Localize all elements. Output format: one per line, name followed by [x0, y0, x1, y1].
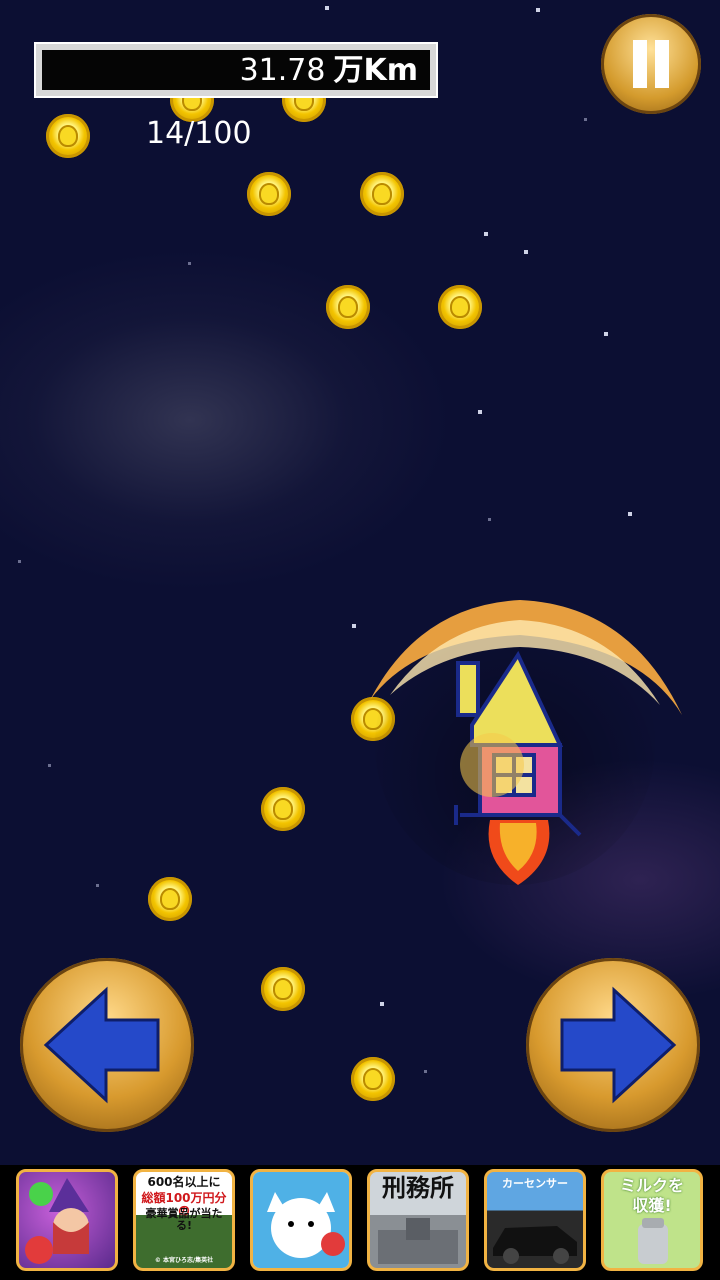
- star: [484, 232, 488, 236]
- star: [48, 764, 51, 767]
- coin: [326, 285, 370, 329]
- star: [536, 8, 540, 12]
- distance-value: 31.78: [239, 53, 326, 88]
- left-arrow-icon: [43, 986, 160, 1104]
- ad-cat-game[interactable]: [250, 1169, 352, 1271]
- ad-prize-footer: © 本宮ひろ志/集英社: [154, 1257, 214, 1264]
- move-right-button[interactable]: [526, 958, 700, 1132]
- ad-milk-line2: 収獲!: [632, 1196, 672, 1215]
- ad-prize-line1: 600名以上に: [147, 1175, 221, 1189]
- coin-counter: 14/100: [146, 116, 252, 151]
- game-stage[interactable]: 31.78 万Km 14/100: [0, 0, 720, 1165]
- coin: [247, 172, 291, 216]
- coin: [261, 967, 305, 1011]
- star: [478, 410, 482, 414]
- star: [584, 118, 587, 121]
- car-icon: [493, 1226, 577, 1264]
- rocket-house-player: [370, 600, 682, 885]
- coin: [261, 787, 305, 831]
- ad-car-sensor[interactable]: カーセンサー: [484, 1169, 586, 1271]
- star: [18, 560, 21, 563]
- ad-prison[interactable]: 刑務所: [367, 1169, 469, 1271]
- distance-meter: 31.78 万Km: [34, 42, 438, 98]
- ad-prize-line3: 豪華賞品が当たる!: [145, 1207, 223, 1232]
- coin-icon: [46, 114, 90, 158]
- coin: [351, 1057, 395, 1101]
- distance-readout: 31.78 万Km: [240, 53, 418, 89]
- ad-prison-title: 刑務所: [382, 1174, 454, 1202]
- move-left-button[interactable]: [20, 958, 194, 1132]
- star: [424, 1070, 427, 1073]
- cat-icon: [253, 1172, 349, 1268]
- ad-milk-line1: ミルクを: [619, 1176, 684, 1195]
- coin: [438, 285, 482, 329]
- coin: [148, 877, 192, 921]
- coin: [360, 172, 404, 216]
- milk-can-icon: [638, 1218, 668, 1264]
- prison-icon: [378, 1218, 458, 1264]
- star: [380, 1002, 384, 1006]
- witch-icon: [25, 1178, 89, 1264]
- ad-milk[interactable]: ミルクを 収獲!: [601, 1169, 703, 1271]
- pause-button[interactable]: [601, 14, 701, 114]
- star: [524, 250, 528, 254]
- star: [488, 518, 491, 521]
- star: [628, 512, 632, 516]
- star: [352, 624, 356, 628]
- right-arrow-icon: [560, 986, 677, 1104]
- ad-witch-bubble[interactable]: [16, 1169, 118, 1271]
- ad-bar: 600名以上に 総額100万円分の 豪華賞品が当たる! © 本宮ひろ志/集英社 …: [0, 1165, 720, 1280]
- ad-car-sensor-title: カーセンサー: [502, 1177, 568, 1190]
- star: [325, 6, 329, 10]
- distance-unit: 万Km: [333, 53, 418, 88]
- distance-display: 31.78 万Km: [42, 50, 430, 90]
- star: [188, 262, 191, 265]
- star: [604, 332, 608, 336]
- star: [96, 884, 99, 887]
- ad-prize[interactable]: 600名以上に 総額100万円分の 豪華賞品が当たる! © 本宮ひろ志/集英社: [133, 1169, 235, 1271]
